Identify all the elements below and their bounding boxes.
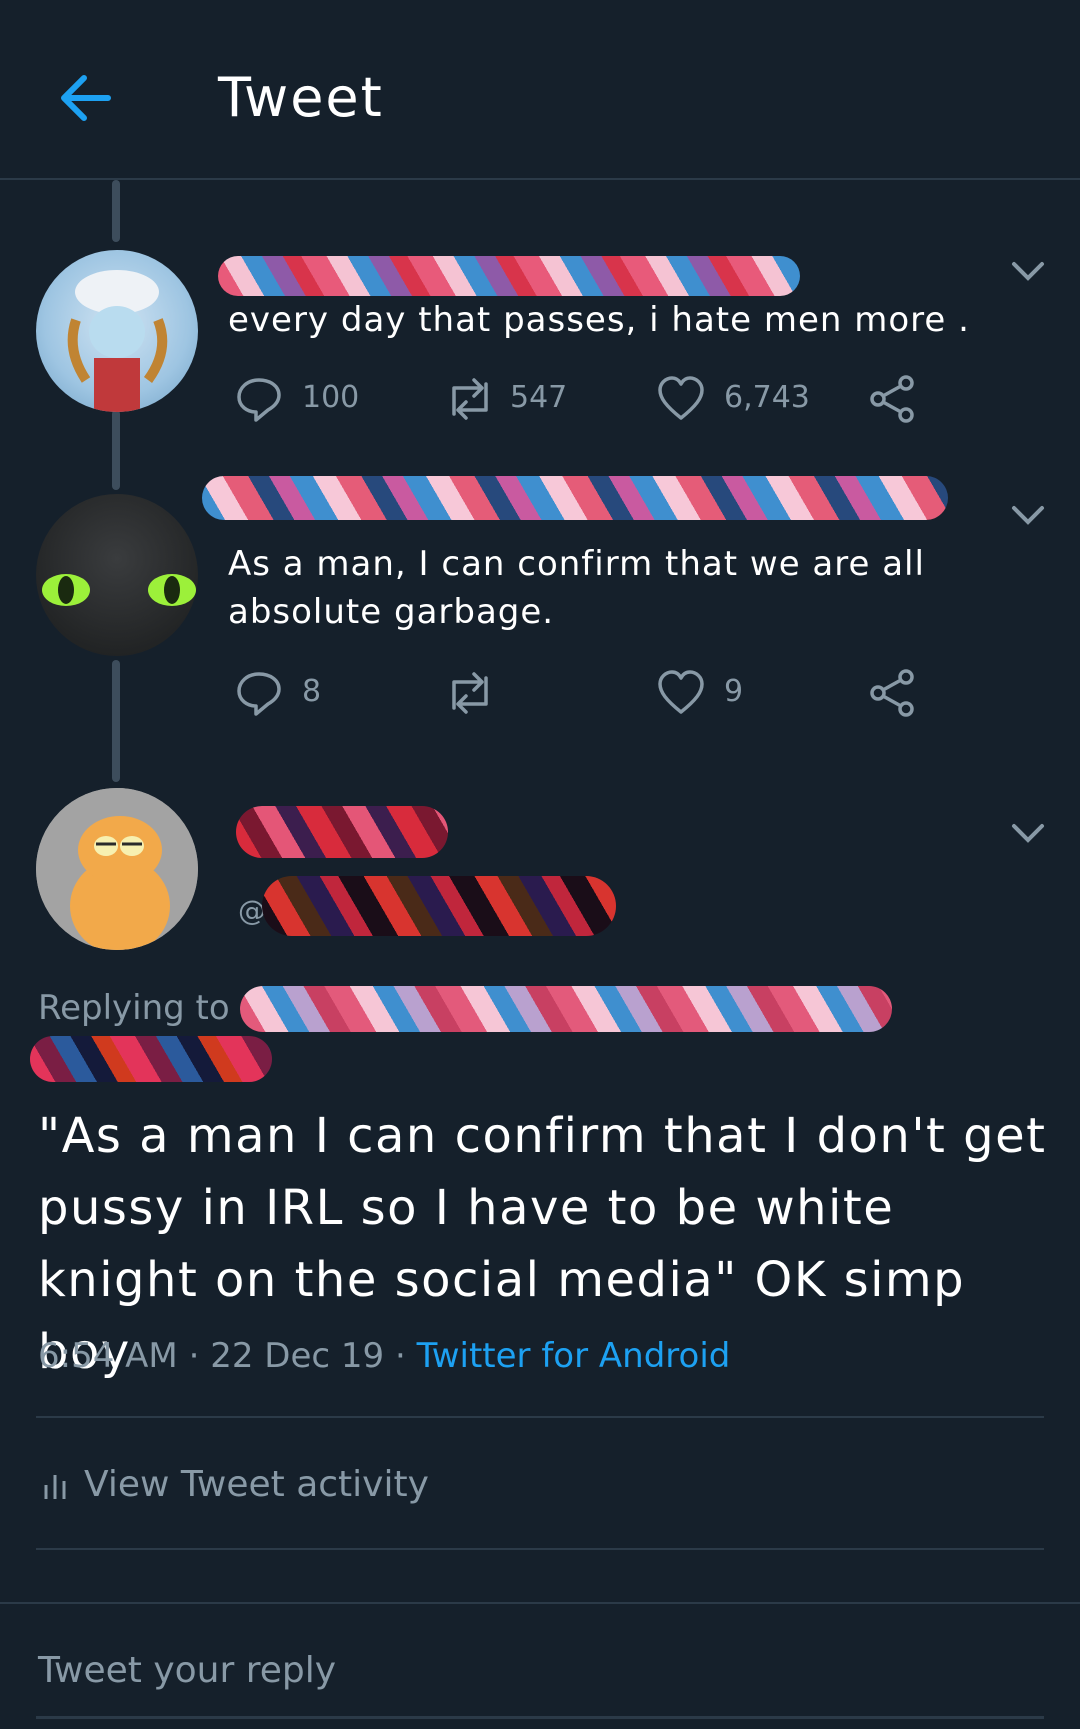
- meta-separator: ·: [188, 1336, 200, 1376]
- redacted-display-name: [236, 806, 448, 858]
- avatar[interactable]: [36, 788, 198, 950]
- redacted-mention[interactable]: [240, 986, 892, 1032]
- reply-count: 8: [302, 674, 322, 709]
- back-arrow-icon[interactable]: [56, 70, 116, 126]
- reply-icon: [237, 378, 281, 422]
- activity-label: View Tweet activity: [84, 1464, 429, 1505]
- avatar[interactable]: [36, 250, 198, 412]
- divider: [0, 1602, 1080, 1604]
- chevron-down-icon[interactable]: [1010, 504, 1046, 526]
- bar-chart-icon: [44, 1475, 66, 1499]
- reply-icon: [237, 672, 281, 716]
- thread-line: [112, 180, 120, 242]
- view-tweet-activity-button[interactable]: View Tweet activity: [40, 1464, 429, 1505]
- redacted-username: [202, 476, 948, 520]
- thread-line: [112, 410, 120, 490]
- redacted-handle: [262, 876, 616, 936]
- share-icon[interactable]: [868, 668, 918, 718]
- retweet-action[interactable]: [442, 668, 602, 718]
- reply-action[interactable]: 8: [234, 668, 374, 718]
- chevron-down-icon[interactable]: [1010, 822, 1046, 844]
- divider: [36, 1548, 1044, 1550]
- like-count: 6,743: [724, 380, 810, 415]
- tweet-meta: 6:54 AM · 22 Dec 19 · Twitter for Androi…: [38, 1336, 730, 1376]
- avatar[interactable]: [36, 494, 198, 656]
- chevron-down-icon[interactable]: [1010, 260, 1046, 282]
- page-title: Tweet: [218, 66, 384, 129]
- retweet-icon: [452, 378, 488, 420]
- like-action[interactable]: 6,743: [656, 374, 836, 424]
- retweet-count: 547: [510, 380, 568, 415]
- reply-count: 100: [302, 380, 360, 415]
- tweet-time: 6:54 AM: [38, 1336, 178, 1376]
- top-bar: [0, 0, 1080, 180]
- divider: [36, 1416, 1044, 1418]
- replying-to-label: Replying to: [38, 988, 230, 1028]
- redacted-username: [218, 256, 800, 296]
- tweet-source-link[interactable]: Twitter for Android: [417, 1336, 731, 1376]
- share-icon[interactable]: [868, 374, 918, 424]
- reply-action[interactable]: 100: [234, 374, 374, 424]
- like-action[interactable]: 9: [656, 668, 836, 718]
- heart-icon: [658, 670, 704, 714]
- meta-separator: ·: [394, 1336, 406, 1376]
- reply-underline: [36, 1716, 1044, 1719]
- thread-line: [112, 660, 120, 782]
- retweet-action[interactable]: 547: [442, 374, 602, 424]
- like-count: 9: [724, 674, 744, 709]
- tweet-text: As a man, I can confirm that we are all …: [228, 544, 925, 632]
- tweet-text: every day that passes, i hate men more .: [228, 300, 970, 340]
- tweet-date: 22 Dec 19: [210, 1336, 385, 1376]
- heart-icon: [658, 376, 704, 420]
- reply-input[interactable]: Tweet your reply: [38, 1650, 336, 1691]
- redacted-mention[interactable]: [30, 1036, 272, 1082]
- retweet-icon: [452, 672, 488, 714]
